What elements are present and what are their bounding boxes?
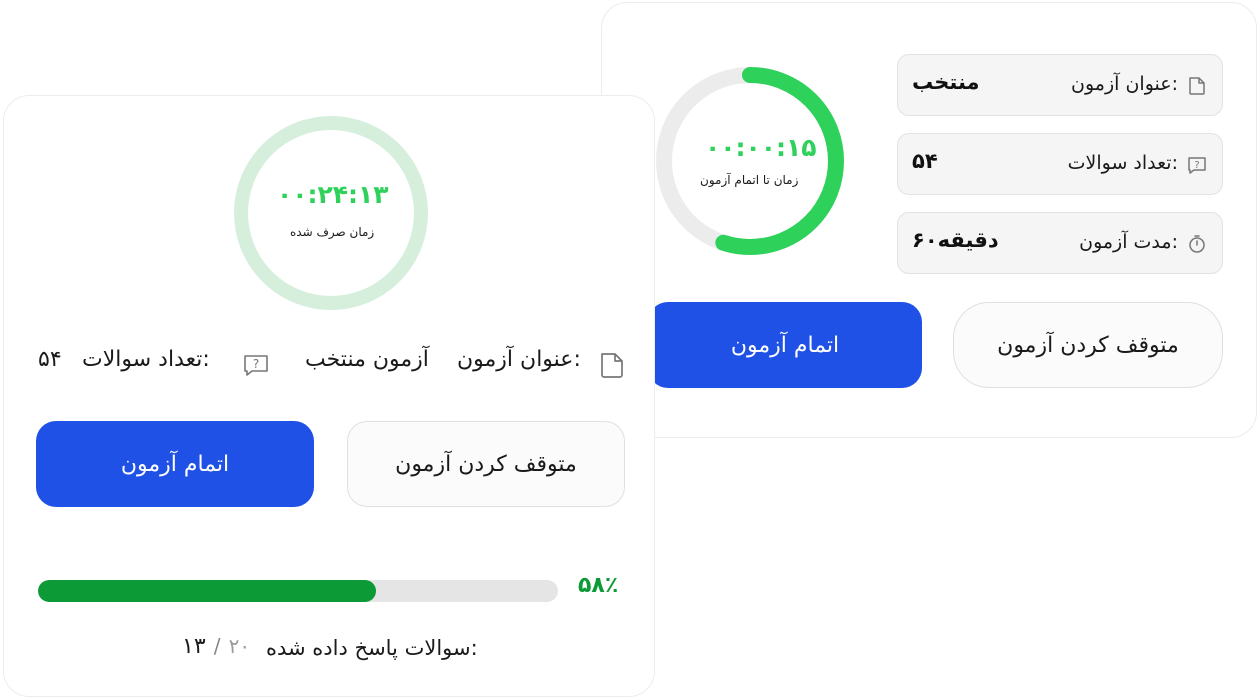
document-icon xyxy=(1189,77,1205,95)
exam-duration-value: ۶۰دقیقه xyxy=(912,228,999,252)
answered-questions-label: سوالات پاسخ داده شده: xyxy=(266,636,478,660)
exam-title-value: آزمون منتخب xyxy=(305,347,429,372)
elapsed-time: ۰۰:۲۴:۱۳ xyxy=(277,180,389,209)
svg-text:?: ? xyxy=(253,357,259,371)
svg-text:?: ? xyxy=(1194,160,1199,171)
exam-title-label: عنوان آزمون: xyxy=(457,347,581,372)
exam-title-pill: عنوان آزمون: منتخب xyxy=(897,54,1223,116)
pause-exam-button[interactable]: متوقف کردن آزمون xyxy=(347,421,625,507)
exam-status-card-front: ۰۰:۲۴:۱۳ زمان صرف شده عنوان آزمون: آزمون… xyxy=(3,95,655,697)
question-count-value: ۵۴ xyxy=(912,149,938,173)
question-bubble-icon: ? xyxy=(244,355,268,376)
finish-exam-button[interactable]: اتمام آزمون xyxy=(648,302,922,388)
exam-duration-pill: مدت آزمون: ۶۰دقیقه xyxy=(897,212,1223,274)
exam-duration-label: مدت آزمون: xyxy=(1079,231,1178,253)
exam-title-label: عنوان آزمون: xyxy=(1071,73,1178,95)
countdown-time: ۰۰:۰۰:۱۵ xyxy=(705,133,817,162)
question-count-value: ۵۴ xyxy=(38,347,62,372)
answered-questions-fraction: ۱۳ / ۲۰ xyxy=(182,634,250,659)
exam-title-value: منتخب xyxy=(912,70,980,94)
elapsed-ring-track xyxy=(234,116,428,310)
answered-separator: / xyxy=(213,634,221,658)
exam-status-card-back: ۰۰:۰۰:۱۵ زمان تا اتمام آزمون عنوان آزمون… xyxy=(601,2,1257,438)
pause-exam-button[interactable]: متوقف کردن آزمون xyxy=(953,302,1223,388)
answered-percent: ۵۸٪ xyxy=(578,573,619,598)
elapsed-caption: زمان صرف شده xyxy=(290,225,375,239)
stopwatch-icon xyxy=(1189,235,1205,253)
countdown-caption: زمان تا اتمام آزمون xyxy=(700,173,799,187)
elapsed-ring xyxy=(234,116,428,310)
answered-progress-bar xyxy=(38,580,558,602)
question-count-label: تعداد سوالات: xyxy=(1067,152,1178,174)
answered-count: ۱۳ xyxy=(182,634,206,659)
question-bubble-icon: ? xyxy=(1188,157,1206,174)
document-icon xyxy=(601,353,623,378)
finish-exam-button[interactable]: اتمام آزمون xyxy=(36,421,314,507)
answered-total: ۲۰ xyxy=(228,634,251,658)
question-count-pill: ? تعداد سوالات: ۵۴ xyxy=(897,133,1223,195)
question-count-label: تعداد سوالات: xyxy=(82,347,210,372)
answered-progress-fill xyxy=(38,580,376,602)
